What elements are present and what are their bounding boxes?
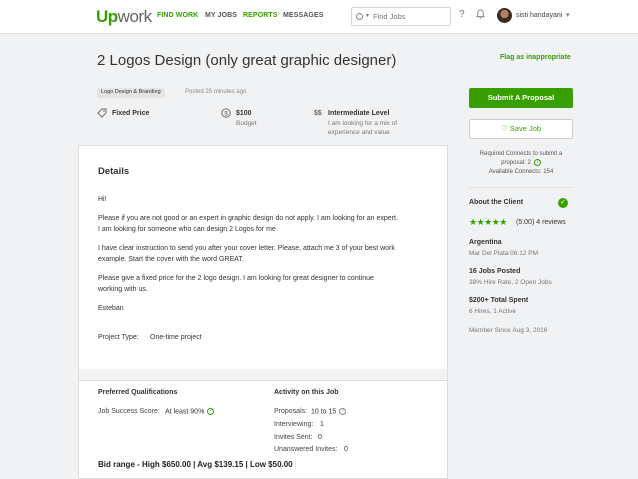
chevron-down-icon[interactable]: ▾ (366, 12, 369, 19)
rating-stars: ★★★★★ (469, 217, 507, 227)
project-type-value: One-time project (150, 334, 202, 341)
nav-messages[interactable]: MESSAGES (283, 12, 323, 19)
jss-value: At least 90% ✓ (165, 408, 215, 416)
details-line: working with us. (98, 286, 148, 293)
help-icon[interactable]: ? (339, 408, 347, 415)
member-since: Member Since Aug 3, 2016 (469, 327, 548, 334)
client-city-time: Mar Del Plata 06:12 PM (469, 250, 539, 257)
project-type-label: Project Type: (98, 334, 139, 341)
nav-find-work[interactable]: FIND WORK (157, 12, 198, 19)
posted-time: Posted 25 minutes ago (185, 89, 247, 95)
preferred-qualifications-heading: Preferred Qualifications (98, 389, 178, 396)
submit-proposal-button[interactable]: Submit A Proposal (469, 88, 573, 108)
details-signature: Esteban (98, 305, 124, 312)
details-line: Please if you are not good or an expert … (98, 215, 398, 222)
hires: 6 Hires, 1 Active (469, 308, 516, 315)
nav-my-jobs[interactable]: MY JOBS (205, 12, 237, 19)
help-icon[interactable]: ? (533, 159, 541, 166)
flag-inappropriate-link[interactable]: Flag as inappropriate (500, 54, 571, 61)
level-desc-2: experience and value (328, 129, 390, 136)
upwork-logo[interactable]: Upwork (96, 7, 152, 27)
save-job-button[interactable]: ♡ Save Job (469, 119, 573, 139)
unanswered-label: Unanswered Invites: (274, 446, 338, 453)
top-bar: Upwork FIND WORK MY JOBS REPORTS MESSAGE… (0, 0, 638, 34)
total-spent: $200+ Total Spent (469, 297, 529, 304)
details-line: I have clear instruction to send you aft… (98, 245, 395, 252)
sidebar-divider (469, 187, 573, 188)
search-box[interactable]: ▾ (351, 7, 451, 26)
invites-label: Invites Sent: (274, 434, 313, 441)
chevron-down-icon[interactable]: ▾ (566, 11, 570, 19)
proposals-value: 10 to 15? (311, 408, 347, 415)
proposals-label: Proposals: (274, 408, 308, 415)
details-heading: Details (98, 166, 130, 177)
job-title: 2 Logos Design (only great graphic desig… (97, 52, 397, 69)
search-icon (356, 13, 363, 20)
avatar[interactable] (497, 8, 512, 23)
activity-heading: Activity on this Job (274, 389, 339, 396)
level-desc-1: I am looking for a mix of (328, 120, 397, 127)
experience-level: Intermediate Level (328, 110, 390, 117)
payment-verified-icon: ✓ (558, 198, 568, 208)
help-icon[interactable]: ? (459, 9, 465, 20)
category-badge[interactable]: Logo Design & Branding (97, 88, 165, 98)
details-line: I am looking for someone who can design … (98, 226, 278, 233)
level-icon: $$ (314, 110, 322, 117)
rating-text: (5.00) 4 reviews (516, 219, 566, 226)
dollar-circle-icon: $ (221, 108, 231, 118)
unanswered-value: 0 (344, 446, 348, 453)
interviewing-label: Interviewing: (274, 421, 314, 428)
nav-reports[interactable]: REPORTS (243, 12, 278, 19)
check-circle-icon: ✓ (207, 408, 215, 415)
details-line: Hi! (98, 196, 107, 203)
bell-icon[interactable] (476, 9, 485, 19)
invites-value: 0 (318, 434, 322, 441)
jss-label: Job Success Score: (98, 408, 160, 415)
username[interactable]: sisti handayani (516, 12, 562, 19)
connects-info: Required Connects to submit a proposal: … (479, 151, 563, 176)
client-country: Argentina (469, 239, 502, 246)
bid-range: Bid range - High $650.00 | Avg $139.15 |… (98, 460, 293, 469)
interviewing-value: 1 (320, 421, 324, 428)
section-divider (79, 369, 447, 381)
heart-icon: ♡ (500, 124, 508, 133)
tag-icon (97, 108, 107, 118)
budget-value: $100 (236, 110, 252, 117)
details-line: example. Start the cover with the word G… (98, 256, 244, 263)
search-input[interactable] (373, 10, 448, 23)
about-client-heading: About the Client (469, 199, 524, 206)
details-line: Please give a fixed price for the 2 logo… (98, 275, 374, 282)
jobs-posted: 16 Jobs Posted (469, 268, 521, 275)
budget-label: Budget (236, 120, 257, 127)
price-type: Fixed Price (112, 110, 150, 117)
details-panel: Details Hi! Please if you are not good o… (78, 145, 448, 479)
hire-rate: 38% Hire Rate, 2 Open Jobs (469, 279, 552, 286)
